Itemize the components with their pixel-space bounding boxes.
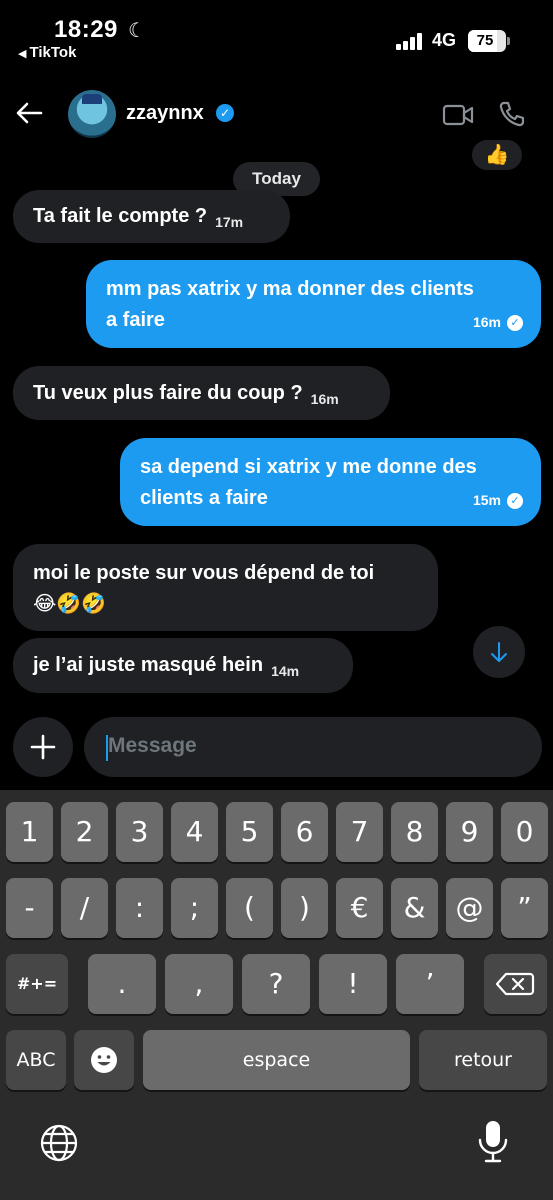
status-time: 18:29 [54,16,118,43]
key-at[interactable]: @ [446,878,493,938]
key-apostrophe[interactable]: ’ [396,954,464,1014]
key-exclamation[interactable]: ! [319,954,387,1014]
key-1[interactable]: 1 [6,802,53,862]
key-hyphen[interactable]: - [6,878,53,938]
message-text-line1: moi le poste sur vous dépend de toi [33,562,375,584]
key-euro[interactable]: € [336,878,383,938]
keyboard: 1 2 3 4 5 6 7 8 9 0 - / : ; ( ) € & @ ” … [0,790,553,1200]
read-check-icon: ✓ [507,492,523,509]
abc-key[interactable]: ABC [6,1030,66,1090]
message-time: 16m [472,314,501,330]
message-bubble-incoming[interactable]: Tu veux plus faire du coup ? 16m [13,366,390,420]
emoji-key[interactable] [74,1030,134,1090]
signal-icon [396,32,426,50]
status-bar: 18:29 ☾ ◀ TikTok 4G 75 [0,0,553,70]
battery-icon: 75 [468,30,506,52]
key-8[interactable]: 8 [391,802,438,862]
message-meta: 16m ✓ [473,307,523,338]
back-arrow-icon[interactable] [14,98,44,128]
key-comma[interactable]: , [165,954,233,1014]
key-colon[interactable]: : [116,878,163,938]
message-time: 14m [271,663,300,679]
emoji-icon [91,1047,117,1073]
message-time: 17m [215,214,244,230]
microphone-icon[interactable] [474,1118,512,1166]
video-call-icon[interactable] [442,102,474,128]
key-quote[interactable]: ” [501,878,548,938]
key-9[interactable]: 9 [446,802,493,862]
key-period[interactable]: . [88,954,156,1014]
key-5[interactable]: 5 [226,802,273,862]
message-emoji-line: 😂🤣🤣 [33,593,107,615]
plus-icon [30,734,56,760]
message-placeholder: Message [108,734,197,757]
key-slash[interactable]: / [61,878,108,938]
username[interactable]: zzaynnx [126,102,204,125]
backspace-icon [495,972,535,996]
read-check-icon: ✓ [507,314,523,331]
key-7[interactable]: 7 [336,802,383,862]
message-time: 16m [310,391,339,407]
message-text: Tu veux plus faire du coup ? [33,382,303,404]
back-to-app-link[interactable]: ◀ TikTok [18,44,76,61]
focus-moon-icon: ☾ [128,20,146,42]
key-question[interactable]: ? [242,954,310,1014]
message-text: Ta fait le compte ? [33,205,208,227]
globe-icon[interactable] [38,1122,80,1164]
message-bubble-incoming[interactable]: Ta fait le compte ? 17m [13,190,290,243]
more-symbols-key[interactable]: #+= [6,954,68,1014]
message-time: 15m [472,492,501,508]
phone-call-icon[interactable] [498,100,526,128]
message-bubble-incoming[interactable]: moi le poste sur vous dépend de toi 😂🤣🤣 [13,544,438,631]
back-triangle-icon: ◀ [18,48,27,60]
message-bubble-outgoing[interactable]: mm pas xatrix y ma donner des clients a … [86,260,541,348]
key-4[interactable]: 4 [171,802,218,862]
message-text: je l’ai juste masqué hein [33,654,264,676]
key-3[interactable]: 3 [116,802,163,862]
space-key[interactable]: espace [143,1030,410,1090]
key-open-paren[interactable]: ( [226,878,273,938]
battery-nub [507,37,510,45]
avatar[interactable] [68,90,116,138]
scroll-to-bottom-button[interactable] [473,626,525,678]
message-bubble-outgoing[interactable]: sa depend si xatrix y me donne des clien… [120,438,541,526]
chat-header: zzaynnx ✓ [0,80,553,150]
key-semicolon[interactable]: ; [171,878,218,938]
message-meta: 15m ✓ [473,485,523,516]
verified-icon: ✓ [216,104,234,122]
back-app-label: TikTok [29,44,77,61]
reaction-thumbs-up[interactable]: 👍 [472,140,522,170]
key-6[interactable]: 6 [281,802,328,862]
return-key[interactable]: retour [419,1030,547,1090]
arrow-down-icon [491,642,507,662]
network-label: 4G [432,30,457,50]
message-text-line1: mm pas xatrix y ma donner des clients [106,278,474,300]
key-ampersand[interactable]: & [391,878,438,938]
delete-key[interactable] [484,954,547,1014]
key-2[interactable]: 2 [61,802,108,862]
message-input[interactable]: Message [84,717,542,777]
battery-level: 75 [476,32,494,49]
add-media-button[interactable] [13,717,73,777]
key-close-paren[interactable]: ) [281,878,328,938]
message-bubble-incoming[interactable]: je l’ai juste masqué hein 14m [13,638,353,693]
key-0[interactable]: 0 [501,802,548,862]
message-text-line1: sa depend si xatrix y me donne des [140,456,477,478]
